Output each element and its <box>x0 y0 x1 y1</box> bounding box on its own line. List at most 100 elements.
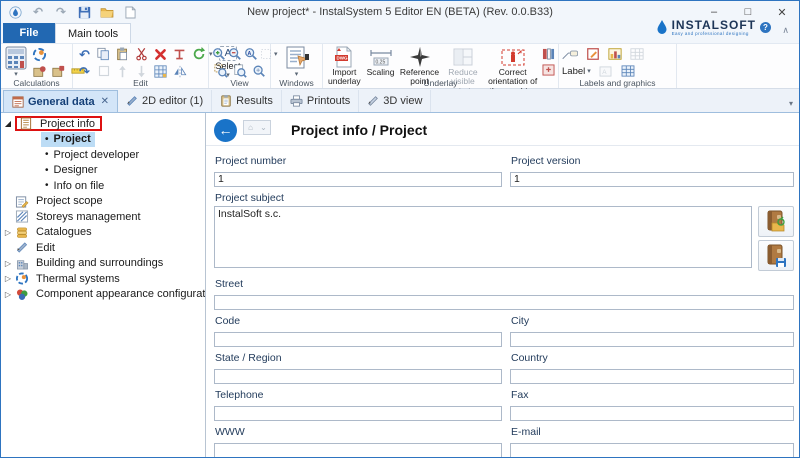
tree-item-project-info[interactable]: ◢ Project info <box>1 116 205 132</box>
country-field[interactable] <box>510 369 794 384</box>
save-icon[interactable] <box>76 4 92 20</box>
graphics-table-icon[interactable] <box>628 46 645 62</box>
fax-field[interactable] <box>510 406 794 421</box>
tree-item-edit[interactable]: Edit <box>1 240 205 256</box>
tree-item-project[interactable]: • Project <box>1 132 205 148</box>
state-region-field[interactable] <box>214 369 502 384</box>
project-subject-field[interactable]: InstalSoft s.c. <box>214 206 752 268</box>
package-export-icon[interactable] <box>50 63 67 79</box>
redo-icon[interactable]: ↷ <box>76 63 93 79</box>
email-field[interactable] <box>510 443 794 458</box>
form-panel: ← ⌂ ⌄ Project info / Project Project num… <box>206 113 799 457</box>
storeys-icon <box>15 210 29 223</box>
expander-icon[interactable]: ▷ <box>1 274 15 283</box>
zoom-page-icon[interactable] <box>231 63 248 79</box>
code-field[interactable] <box>214 332 502 347</box>
doc-tab-printouts[interactable]: Printouts <box>282 90 359 112</box>
copy-icon[interactable] <box>95 46 112 62</box>
www-field[interactable] <box>214 443 502 458</box>
underlay-more-icon[interactable] <box>542 64 555 76</box>
tree-item-catalogues[interactable]: ▷ Catalogues <box>1 225 205 241</box>
doc-tab-results[interactable]: Results <box>212 90 282 112</box>
email-label: E-mail <box>511 426 794 438</box>
ribbon-collapse-icon[interactable]: ∧ <box>782 25 789 36</box>
new-document-icon[interactable] <box>122 4 138 20</box>
doc-tab-close-icon[interactable]: ✕ <box>101 96 109 107</box>
calculations-button[interactable] <box>4 46 28 70</box>
app-logo-icon[interactable] <box>7 4 23 20</box>
label-button[interactable]: Label ▾ <box>562 66 591 77</box>
zoom-all-icon[interactable]: A <box>244 46 258 62</box>
data-table-icon[interactable] <box>620 63 637 79</box>
street-field[interactable] <box>214 295 794 310</box>
project-version-field[interactable] <box>510 172 794 187</box>
tab-overflow-caret[interactable]: ▾ <box>789 99 793 108</box>
zoom-out-icon[interactable] <box>228 46 242 62</box>
cut-icon[interactable] <box>133 46 150 62</box>
back-button[interactable]: ← <box>214 119 237 142</box>
catalogues-icon <box>15 226 29 239</box>
thermal-calc-icon[interactable] <box>31 46 48 62</box>
package-check-icon[interactable] <box>31 63 48 79</box>
tree-item-label: Project scope <box>33 195 106 207</box>
doc-tab-3d-view[interactable]: 3D view <box>359 90 431 112</box>
project-number-field[interactable] <box>214 172 502 187</box>
edit-note-icon[interactable] <box>584 46 601 62</box>
tree-item-thermal-systems[interactable]: ▷ Thermal systems <box>1 271 205 287</box>
expander-icon[interactable]: ◢ <box>1 119 15 128</box>
tree-item-label: Info on file <box>54 180 105 192</box>
label-dropdown-caret[interactable]: ▾ <box>587 67 591 75</box>
open-folder-icon[interactable] <box>99 4 115 20</box>
tree-item-component-appearance[interactable]: ▷ Component appearance configuration <box>1 287 205 303</box>
nav-next-button[interactable]: ⌄ <box>257 121 270 134</box>
address-book-save-button[interactable] <box>758 240 794 271</box>
city-field[interactable] <box>510 332 794 347</box>
zoom-in-icon[interactable] <box>212 46 226 62</box>
grid-edit-icon[interactable] <box>152 63 169 79</box>
address-book-load-button[interactable] <box>758 206 794 237</box>
doc-tab-2d-editor[interactable]: 2D editor (1) <box>118 90 212 112</box>
text-field-icon[interactable]: A <box>597 63 614 79</box>
nav-prev-button[interactable]: ⌂ <box>244 121 257 134</box>
label-callout-icon[interactable] <box>562 46 579 62</box>
windows-button[interactable]: ▾ <box>284 46 310 78</box>
windows-dropdown-caret[interactable]: ▾ <box>295 70 299 78</box>
undo-icon[interactable]: ↶ <box>76 46 93 62</box>
tree-item-label: Edit <box>33 242 58 254</box>
tree-item-storeys-management[interactable]: Storeys management <box>1 209 205 225</box>
expander-icon[interactable]: ▷ <box>1 228 15 237</box>
scaling-button[interactable]: 0.25 Scaling <box>365 46 397 77</box>
tab-file[interactable]: File <box>3 23 55 43</box>
telephone-field[interactable] <box>214 406 502 421</box>
zoom-window-icon[interactable] <box>212 63 229 79</box>
expander-icon[interactable]: ▷ <box>1 259 15 268</box>
paste-icon[interactable] <box>114 46 131 62</box>
tree-item-designer[interactable]: • Designer <box>1 163 205 179</box>
underlay-columns-icon[interactable] <box>542 48 555 60</box>
project-info-icon <box>19 117 33 130</box>
3d-view-icon <box>367 95 379 107</box>
tree-item-project-scope[interactable]: Project scope <box>1 194 205 210</box>
doc-tab-general-data[interactable]: General data ✕ <box>3 90 118 112</box>
frame-icon[interactable] <box>95 63 112 79</box>
delete-icon[interactable] <box>152 46 169 62</box>
align-tool-icon[interactable] <box>171 46 188 62</box>
help-icon[interactable]: ? <box>760 22 771 33</box>
page-title: Project info / Project <box>291 122 427 138</box>
move-up-icon[interactable] <box>114 63 131 79</box>
doc-tab-label: Results <box>236 95 273 107</box>
graphics-chart-icon[interactable] <box>606 46 623 62</box>
tree-item-project-developer[interactable]: • Project developer <box>1 147 205 163</box>
mirror-icon[interactable] <box>171 63 188 79</box>
tree-item-building-surroundings[interactable]: ▷ Building and surroundings <box>1 256 205 272</box>
calculations-dropdown-caret[interactable]: ▾ <box>14 70 18 78</box>
move-down-icon[interactable] <box>133 63 150 79</box>
expander-icon[interactable]: ▷ <box>1 290 15 299</box>
zoom-extents-icon[interactable] <box>250 63 267 79</box>
project-version-label: Project version <box>511 155 794 167</box>
tree-item-info-on-file[interactable]: • Info on file <box>1 178 205 194</box>
undo-quick-icon[interactable]: ↶ <box>30 4 46 20</box>
redo-quick-icon[interactable]: ↷ <box>53 4 69 20</box>
refresh-icon[interactable] <box>190 46 207 62</box>
tab-main-tools[interactable]: Main tools <box>55 23 131 43</box>
